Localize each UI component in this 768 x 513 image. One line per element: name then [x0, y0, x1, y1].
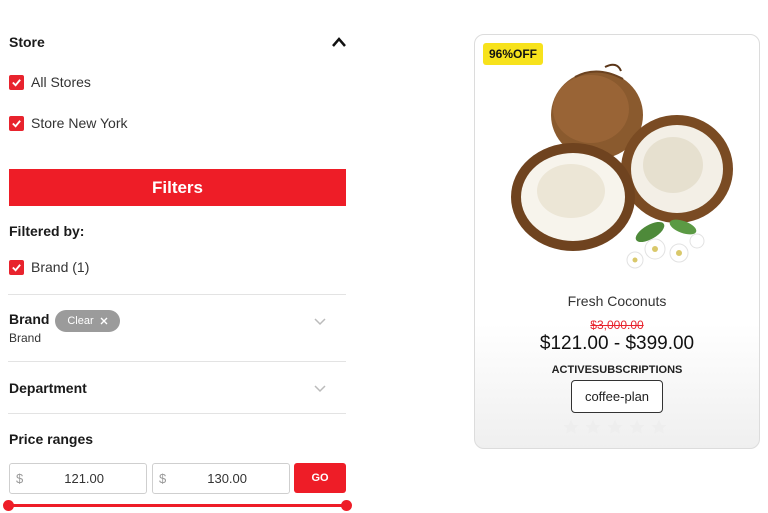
filters-button[interactable]: Filters: [9, 169, 346, 206]
close-icon: [100, 317, 108, 325]
divider: [8, 361, 346, 362]
chevron-down-icon[interactable]: [312, 380, 328, 396]
checkbox-brand-filtered[interactable]: [9, 260, 24, 275]
chevron-down-icon[interactable]: [312, 313, 328, 329]
clear-brand-button[interactable]: Clear: [55, 310, 120, 332]
store-filter-title: Store: [9, 34, 45, 50]
store-option-label: All Stores: [31, 74, 91, 90]
star-icon: [651, 419, 667, 434]
star-icon: [585, 419, 601, 434]
check-icon: [12, 79, 21, 87]
checkbox-store-new-york[interactable]: [9, 116, 24, 131]
currency-symbol: $: [159, 471, 167, 486]
max-price-field[interactable]: $ 130.00: [152, 463, 290, 494]
divider: [8, 413, 346, 414]
clear-label: Clear: [67, 315, 94, 327]
price-slider-min-handle[interactable]: [3, 500, 14, 511]
go-button[interactable]: GO: [294, 463, 346, 493]
star-icon: [607, 419, 623, 434]
department-filter-title: Department: [9, 380, 87, 396]
min-price-field[interactable]: $ 121.00: [9, 463, 147, 494]
price-slider-track[interactable]: [8, 504, 346, 507]
price-slider-max-handle[interactable]: [341, 500, 352, 511]
star-icon: [563, 419, 579, 434]
divider: [8, 294, 346, 295]
price-ranges-title: Price ranges: [9, 431, 94, 447]
discount-badge: 96%OFF: [483, 43, 544, 65]
brand-filter-title: Brand: [9, 311, 50, 327]
store-option-label: Store New York: [31, 115, 128, 131]
check-icon: [12, 264, 21, 272]
brand-filter-subtitle: Brand: [9, 331, 42, 345]
rating-stars: [562, 418, 668, 436]
min-price-value: 121.00: [64, 471, 104, 486]
product-name[interactable]: Fresh Coconuts: [475, 293, 759, 309]
check-icon: [12, 120, 21, 128]
chevron-up-icon[interactable]: [330, 34, 348, 50]
currency-symbol: $: [16, 471, 24, 486]
filtered-by-title: Filtered by:: [9, 223, 85, 239]
old-price: $3,000.00: [590, 318, 644, 332]
checkbox-all-stores[interactable]: [9, 75, 24, 90]
product-card[interactable]: 96%OFF Fresh Coconuts $3,000.00 $121.00 …: [474, 34, 760, 449]
price-range: $121.00 - $399.00: [539, 333, 695, 354]
coffee-plan-button[interactable]: coffee-plan: [571, 380, 663, 413]
subscription-label: ACTIVESUBSCRIPTIONS: [551, 364, 683, 376]
star-icon: [629, 419, 645, 434]
max-price-value: 130.00: [207, 471, 247, 486]
filtered-by-label: Brand (1): [31, 259, 90, 275]
product-image[interactable]: [505, 57, 735, 277]
